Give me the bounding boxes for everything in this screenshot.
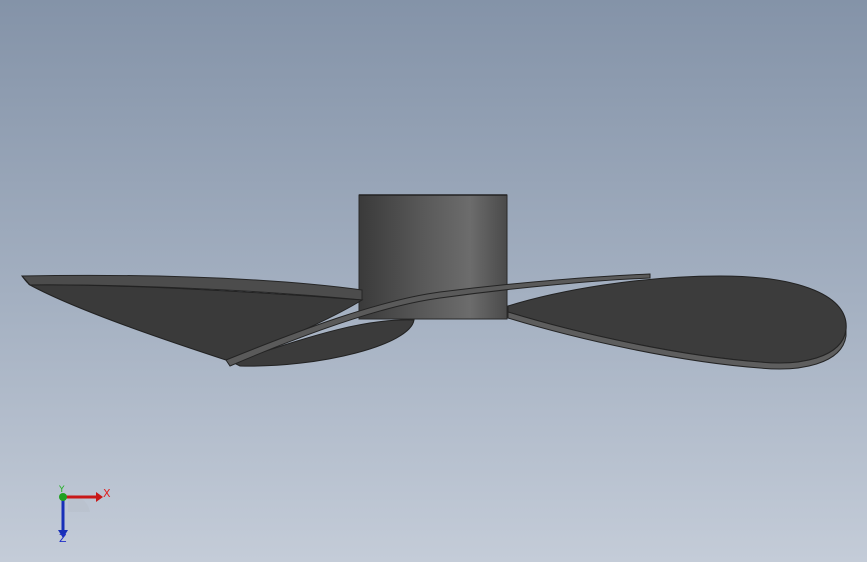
x-axis-label: X: [103, 487, 111, 500]
graphics-viewport[interactable]: X Y Z: [0, 0, 867, 562]
propeller-model[interactable]: [0, 0, 867, 562]
hub-cylinder: [358, 194, 508, 320]
z-axis-label: Z: [59, 532, 67, 545]
y-axis-label: Y: [59, 485, 65, 495]
blade-right: [507, 275, 847, 370]
reference-triad[interactable]: X Y Z: [40, 480, 120, 550]
